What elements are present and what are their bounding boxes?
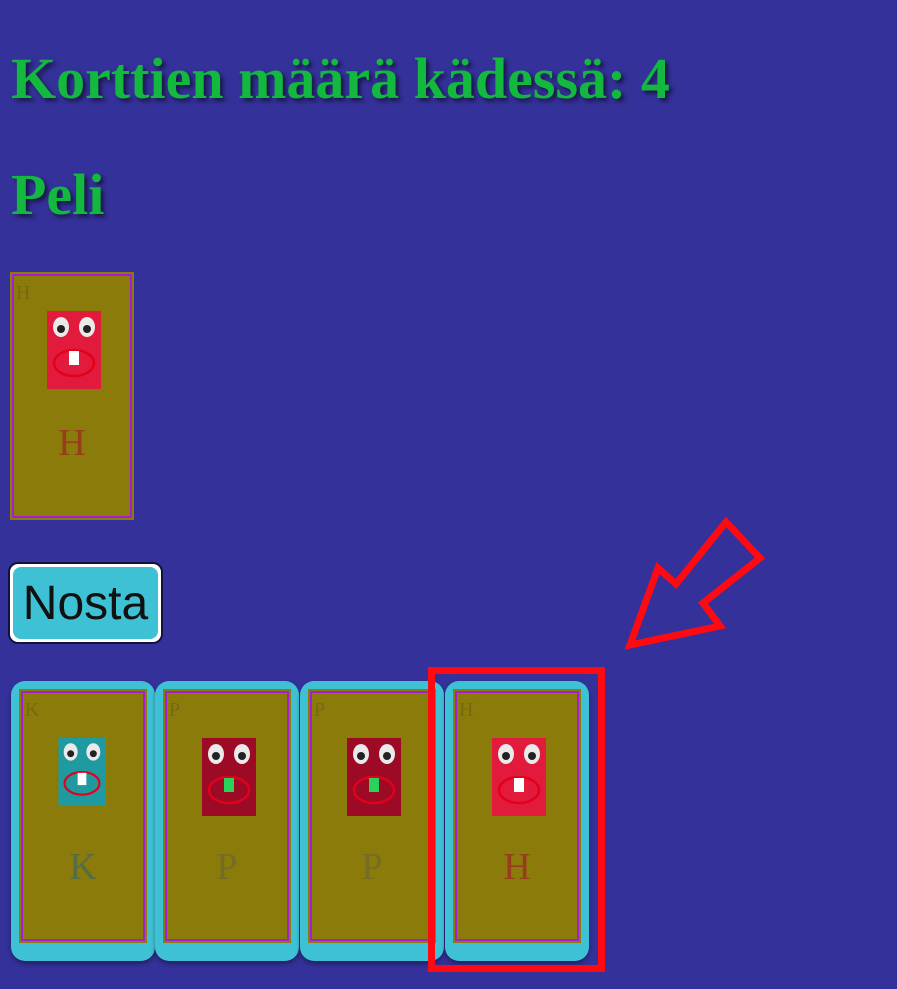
card-center-letter: P <box>216 846 238 888</box>
draw-button-label: Nosta <box>13 567 158 639</box>
card-center-letter: P <box>361 846 383 888</box>
hand-card-1[interactable]: K K <box>11 681 155 961</box>
card-center-letter: H <box>58 422 86 464</box>
card-corner-letter: K <box>25 699 40 721</box>
card-count-heading: Korttien määrä kädessä: 4 <box>11 46 670 111</box>
hand-card-3[interactable]: P P <box>300 681 444 961</box>
monster-face-icon <box>58 738 106 806</box>
monster-face-icon <box>47 311 101 389</box>
card-face: K K <box>21 691 145 941</box>
arrow-icon <box>624 516 766 650</box>
card-face: P P <box>310 691 434 941</box>
monster-face-icon <box>347 738 401 816</box>
discard-pile-card: H H <box>12 274 132 518</box>
card-center-letter: K <box>69 846 97 888</box>
highlight-box <box>428 667 605 972</box>
card-corner-letter: H <box>16 282 31 304</box>
monster-face-icon <box>202 738 256 816</box>
hand-card-2[interactable]: P P <box>155 681 299 961</box>
card-face: P P <box>165 691 289 941</box>
card-corner-letter: P <box>314 699 326 721</box>
card-corner-letter: P <box>169 699 181 721</box>
game-title: Peli <box>11 162 105 227</box>
draw-button[interactable]: Nosta <box>8 562 163 644</box>
